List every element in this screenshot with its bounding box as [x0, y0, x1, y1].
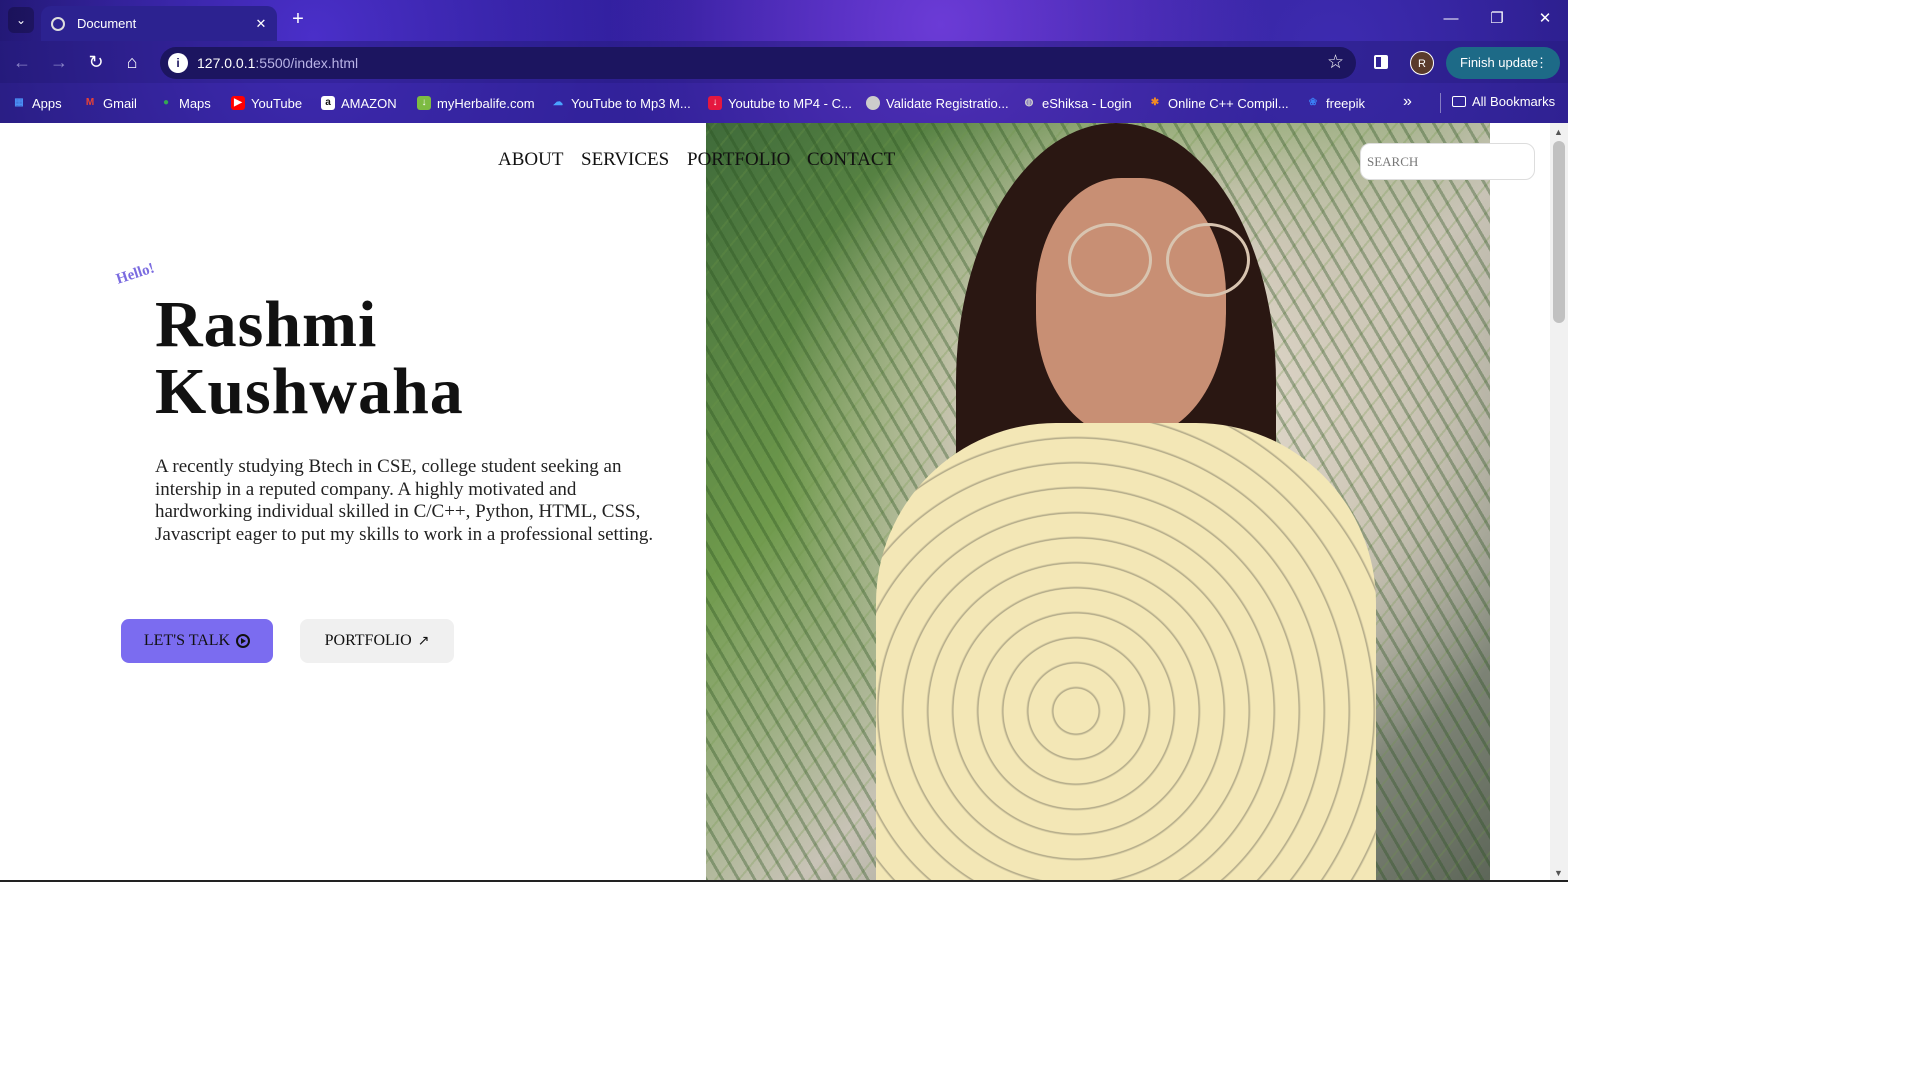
bookmark-label: Youtube to MP4 - C...: [728, 95, 852, 111]
back-arrow-icon[interactable]: ←: [10, 50, 34, 74]
maps-pin-icon: ●: [162, 97, 170, 108]
bookmark-label: Gmail: [103, 95, 137, 111]
tab-strip: ⌄ Document ✕ + — ❐ ✕: [0, 0, 1568, 41]
finish-update-label: Finish update: [1460, 55, 1539, 70]
globe-icon: [51, 16, 65, 31]
new-tab-plus-icon[interactable]: +: [287, 8, 309, 30]
reload-icon[interactable]: ↻: [84, 50, 108, 74]
bookmark-label: Online C++ Compil...: [1168, 95, 1289, 111]
tab-search-icon[interactable]: ⌄: [8, 7, 34, 33]
bookmark-label: YouTube: [251, 95, 303, 111]
close-icon[interactable]: ✕: [251, 16, 271, 32]
url-path: :5500/index.html: [255, 55, 359, 71]
browser-chrome: ⌄ Document ✕ + — ❐ ✕ ← → ↻ ⌂ i 127.0.0.1…: [0, 0, 1568, 123]
cloud-download-icon: ☁: [553, 97, 563, 108]
restore-icon[interactable]: ❐: [1482, 8, 1512, 30]
bookmark-gmail[interactable]: M Gmail: [83, 94, 137, 112]
bookmark-star-icon[interactable]: ☆: [1327, 51, 1344, 74]
name-first: Rashmi: [155, 288, 378, 361]
bookmark-herbalife[interactable]: ↓ myHerbalife.com: [417, 94, 535, 112]
hello-tag: Hello!: [114, 260, 157, 288]
url-host: 127.0.0.1: [197, 55, 256, 71]
portfolio-label: PORTFOLIO: [324, 632, 412, 649]
scroll-thumb[interactable]: [1553, 141, 1565, 323]
hero-name: Rashmi Kushwaha: [155, 291, 464, 425]
bookmark-yt-mp4[interactable]: ↓ Youtube to MP4 - C...: [708, 94, 852, 112]
window-close-icon[interactable]: ✕: [1530, 8, 1560, 30]
bookmarks-bar: ▦ Apps M Gmail ● Maps ▶ YouTube a AMAZON ↓ myH…: [0, 83, 1568, 123]
freepik-icon: ❀: [1308, 97, 1318, 108]
bookmark-cpp-compiler[interactable]: ✱ Online C++ Compil...: [1148, 94, 1289, 112]
forward-arrow-icon[interactable]: →: [47, 50, 71, 74]
youtube-icon: ▶: [231, 96, 245, 110]
globe-icon: ◍: [1024, 97, 1034, 108]
scroll-up-icon[interactable]: ▲: [1554, 127, 1563, 137]
bookmark-label: eShiksa - Login: [1042, 95, 1132, 111]
nav-services[interactable]: SERVICES: [581, 149, 669, 171]
bookmark-maps[interactable]: ● Maps: [159, 94, 211, 112]
bookmark-apps[interactable]: ▦ Apps: [12, 94, 62, 112]
bookmark-yt-mp3[interactable]: ☁ YouTube to Mp3 M...: [551, 94, 691, 112]
profile-photo: [706, 123, 1490, 882]
site-info-icon[interactable]: i: [168, 53, 188, 73]
gear-icon: ✱: [1150, 97, 1160, 108]
gmail-icon: M: [85, 97, 95, 108]
all-bookmarks-button[interactable]: All Bookmarks: [1452, 94, 1555, 109]
nav-contact[interactable]: CONTACT: [807, 149, 895, 171]
page-viewport: ABOUT SERVICES PORTFOLIO CONTACT SEARCH …: [0, 123, 1550, 882]
nav-about[interactable]: ABOUT: [498, 149, 563, 171]
window-bottom-border: [0, 880, 1568, 882]
finish-update-button[interactable]: Finish update ⋮: [1446, 47, 1560, 79]
arrow-up-right-icon: ↗: [417, 633, 430, 649]
bookmark-label: AMAZON: [341, 95, 397, 111]
lets-talk-button[interactable]: LET'S TALK: [121, 619, 273, 663]
home-icon[interactable]: ⌂: [120, 50, 144, 74]
url-text[interactable]: 127.0.0.1:5500/index.html: [197, 55, 358, 71]
bookmarks-divider: [1440, 93, 1441, 113]
search-input[interactable]: SEARCH: [1360, 143, 1535, 180]
bookmark-amazon[interactable]: a AMAZON: [321, 94, 397, 112]
apps-grid-icon: ▦: [14, 97, 24, 108]
bookmark-eshiksa[interactable]: ◍ eShiksa - Login: [1022, 94, 1132, 112]
bookmark-label: Validate Registratio...: [886, 95, 1009, 111]
bookmark-validate[interactable]: Validate Registratio...: [866, 94, 1009, 112]
page-scrollbar[interactable]: ▲ ▼: [1550, 123, 1568, 882]
send-circle-icon: [236, 634, 251, 648]
bookmark-label: Apps: [32, 95, 62, 111]
side-panel-icon[interactable]: [1374, 55, 1388, 69]
name-last: Kushwaha: [155, 355, 464, 428]
bookmark-label: YouTube to Mp3 M...: [571, 95, 691, 111]
portfolio-button[interactable]: PORTFOLIO ↗: [300, 619, 454, 663]
folder-icon: [1452, 96, 1466, 107]
bookmarks-overflow-icon[interactable]: »: [1403, 93, 1412, 111]
more-vertical-icon[interactable]: ⋮: [1535, 47, 1548, 79]
amazon-icon: a: [321, 96, 335, 110]
nav-portfolio[interactable]: PORTFOLIO: [687, 149, 790, 171]
minimize-icon[interactable]: —: [1436, 8, 1466, 30]
all-bookmarks-label: All Bookmarks: [1472, 94, 1556, 109]
tab-document[interactable]: Document ✕: [41, 6, 277, 41]
scroll-down-icon[interactable]: ▼: [1554, 868, 1563, 878]
site-icon: [866, 96, 880, 110]
bookmark-label: myHerbalife.com: [437, 95, 535, 111]
browser-toolbar: ← → ↻ ⌂ i 127.0.0.1:5500/index.html ☆ R …: [0, 41, 1568, 83]
bookmark-label: Maps: [179, 95, 211, 111]
tab-title: Document: [77, 16, 137, 31]
herbalife-icon: ↓: [417, 96, 431, 110]
download-icon: ↓: [708, 96, 722, 110]
bookmark-youtube[interactable]: ▶ YouTube: [231, 94, 302, 112]
bookmark-label: freepik: [1326, 95, 1366, 111]
bookmark-freepik[interactable]: ❀ freepik: [1306, 94, 1365, 112]
address-bar[interactable]: i 127.0.0.1:5500/index.html ☆: [160, 47, 1356, 79]
lets-talk-label: LET'S TALK: [143, 632, 231, 649]
profile-avatar[interactable]: R: [1410, 51, 1434, 75]
hero-description: A recently studying Btech in CSE, colleg…: [155, 456, 654, 545]
